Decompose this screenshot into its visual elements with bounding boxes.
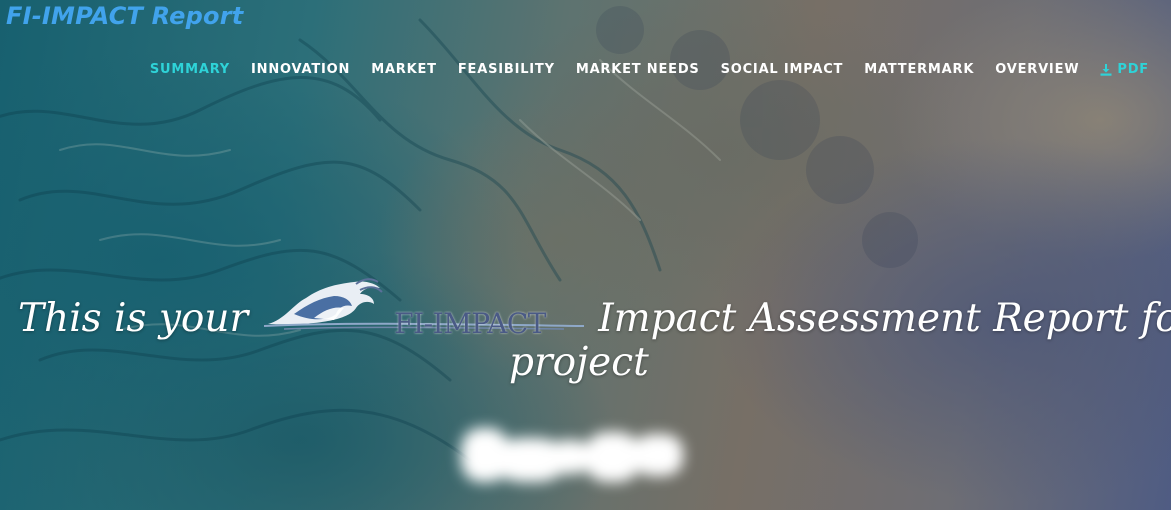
headline-prefix: This is your — [18, 296, 249, 341]
headline-line-2: project — [509, 340, 649, 385]
pdf-label: PDF — [1117, 62, 1149, 77]
nav-item-summary[interactable]: SUMMARY — [150, 62, 230, 77]
main-nav: SUMMARY INNOVATION MARKET FEASIBILITY MA… — [150, 62, 1149, 77]
pdf-download-button[interactable]: PDF — [1100, 62, 1149, 77]
fi-impact-logo: FI-IMPACT — [264, 274, 585, 340]
nav-item-mattermark[interactable]: MATTERMARK — [864, 62, 974, 77]
app-brand-title[interactable]: FI-IMPACT Report — [6, 2, 243, 30]
headline-line-1: This is your FI-IMPACT Impact Assessment… — [18, 278, 1171, 342]
nav-item-feasibility[interactable]: FEASIBILITY — [458, 62, 555, 77]
nav-item-market-needs[interactable]: MARKET NEEDS — [576, 62, 700, 77]
nav-item-market[interactable]: MARKET — [371, 62, 437, 77]
nav-item-overview[interactable]: OVERVIEW — [995, 62, 1079, 77]
download-icon — [1100, 63, 1112, 76]
headline-suffix: Impact Assessment Report for — [598, 296, 1171, 341]
nav-item-social-impact[interactable]: SOCIAL IMPACT — [721, 62, 844, 77]
nav-item-innovation[interactable]: INNOVATION — [251, 62, 350, 77]
project-name-blurred — [455, 418, 700, 493]
